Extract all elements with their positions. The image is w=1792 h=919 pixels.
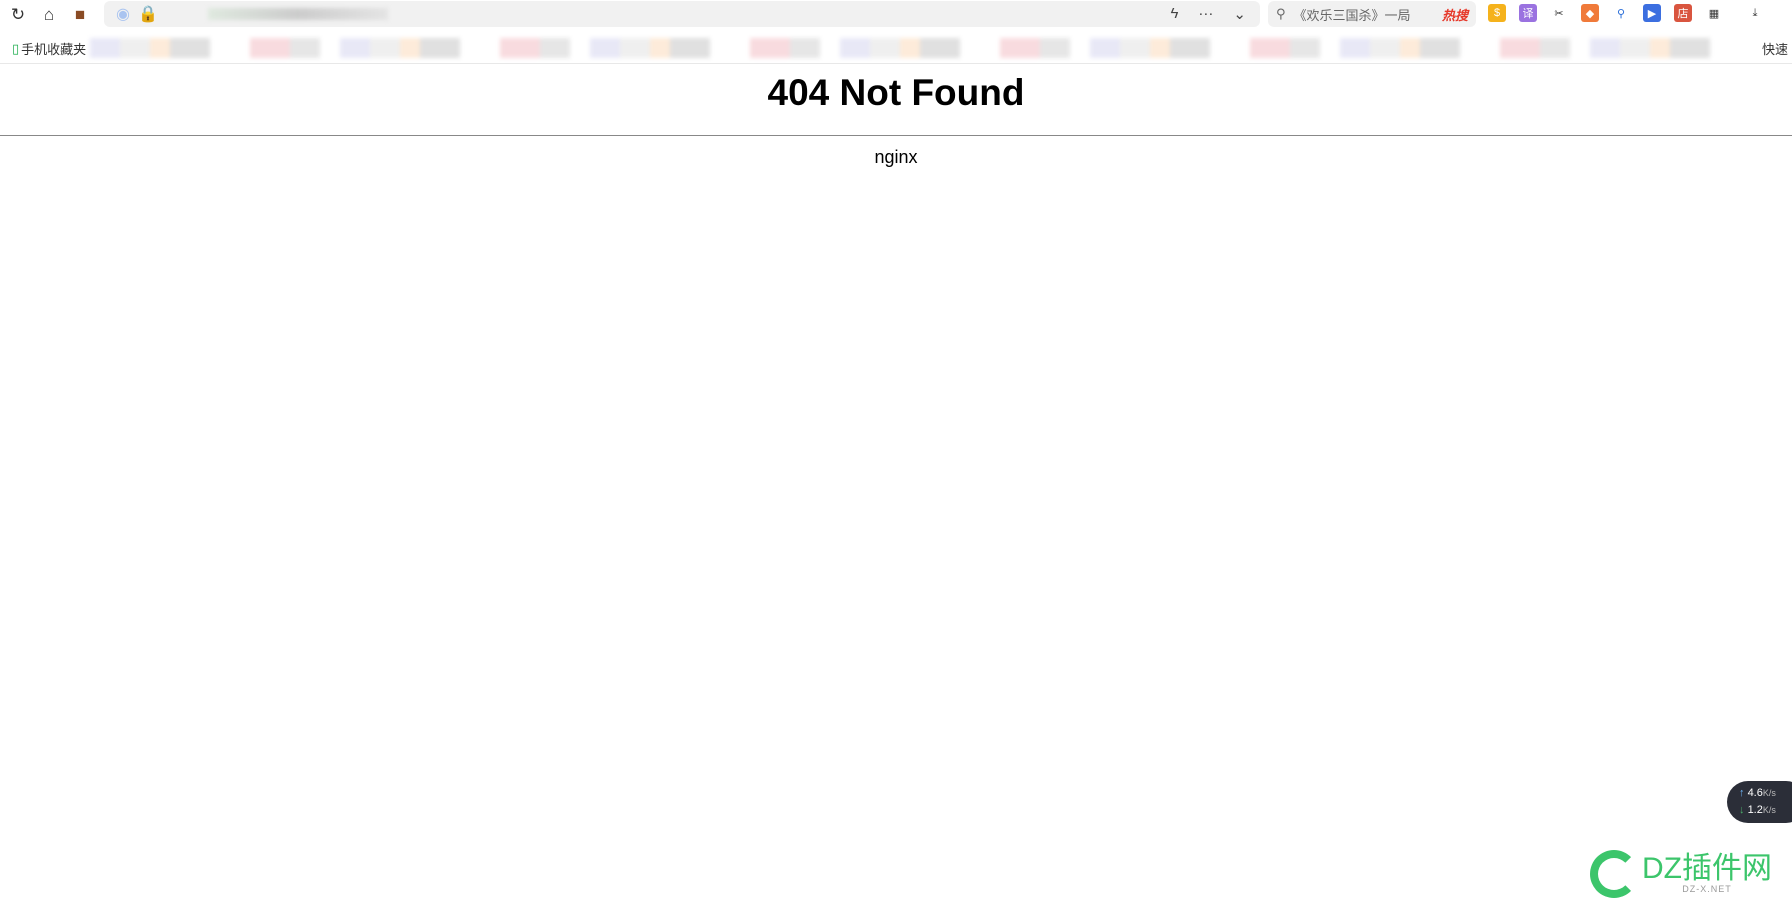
- more-button[interactable]: ···: [1198, 5, 1213, 23]
- chevron-down-icon[interactable]: ⌄: [1233, 5, 1246, 23]
- scissors-icon[interactable]: ✂: [1550, 4, 1568, 22]
- shield-icon[interactable]: $: [1488, 4, 1506, 22]
- magnifier-icon[interactable]: ⚲: [1612, 4, 1630, 22]
- lock-icon: 🔒: [137, 6, 158, 23]
- search-icon: ⚲: [1276, 6, 1286, 21]
- bookmarks-bar: ▯ 手机收藏夹 快速: [0, 34, 1792, 64]
- extensions: $ 译 ✂ ◆ ⚲ ▶ 店 ▦ ⤓: [1488, 4, 1764, 22]
- watermark-logo: DZ插件网 DZ-X.NET: [1590, 850, 1772, 898]
- divider: [0, 135, 1792, 136]
- bookmark-mobile[interactable]: 手机收藏夹: [21, 39, 86, 58]
- video-icon[interactable]: ▶: [1643, 4, 1661, 22]
- url-text: [207, 8, 388, 20]
- reload-icon[interactable]: ↻: [5, 2, 31, 28]
- server-name: nginx: [874, 147, 918, 167]
- hot-search-label[interactable]: 热搜: [1442, 5, 1468, 24]
- browser-toolbar: ↻ ⌂ ■ ◉ 🔒 ϟ ··· ⌄ ⚲ 《欢乐三国杀》一局 热搜 $ 译 ✂ ◆…: [0, 0, 1792, 30]
- mobile-icon: ▯: [12, 40, 20, 56]
- network-speed-widget[interactable]: ↑ 4.6K/s ↓ 1.2K/s: [1727, 781, 1792, 823]
- game-icon[interactable]: ◆: [1581, 4, 1599, 22]
- arrow-down-icon: ↓: [1739, 804, 1745, 816]
- bookmark-quick[interactable]: 快速: [1762, 39, 1788, 58]
- apps-grid-icon[interactable]: ▦: [1705, 4, 1723, 22]
- unit: K/s: [1762, 805, 1776, 815]
- search-text: 《欢乐三国杀》一局: [1293, 7, 1411, 23]
- translate-icon[interactable]: 译: [1519, 4, 1537, 22]
- download-speed: 1.2: [1747, 804, 1763, 816]
- unit: K/s: [1762, 788, 1776, 798]
- download-icon[interactable]: ⤓: [1746, 4, 1764, 22]
- address-bar[interactable]: ◉ 🔒 ϟ ··· ⌄: [104, 1, 1260, 27]
- check-logo-icon: [1590, 850, 1638, 898]
- watermark-url: DZ-X.NET: [1682, 884, 1732, 894]
- arrow-up-icon: ↑: [1739, 787, 1745, 799]
- home-icon[interactable]: ⌂: [36, 2, 62, 28]
- briefcase-icon[interactable]: ■: [67, 2, 93, 28]
- blurred-bookmarks: [90, 38, 1730, 58]
- watermark-name: DZ插件网: [1642, 852, 1772, 885]
- search-box[interactable]: ⚲ 《欢乐三国杀》一局 热搜: [1268, 1, 1476, 27]
- site-icon: ◉: [116, 6, 130, 23]
- shop-icon[interactable]: 店: [1674, 4, 1692, 22]
- upload-speed: 4.6: [1747, 787, 1763, 799]
- page-title: 404 Not Found: [767, 72, 1025, 113]
- lightning-icon[interactable]: ϟ: [1170, 5, 1178, 23]
